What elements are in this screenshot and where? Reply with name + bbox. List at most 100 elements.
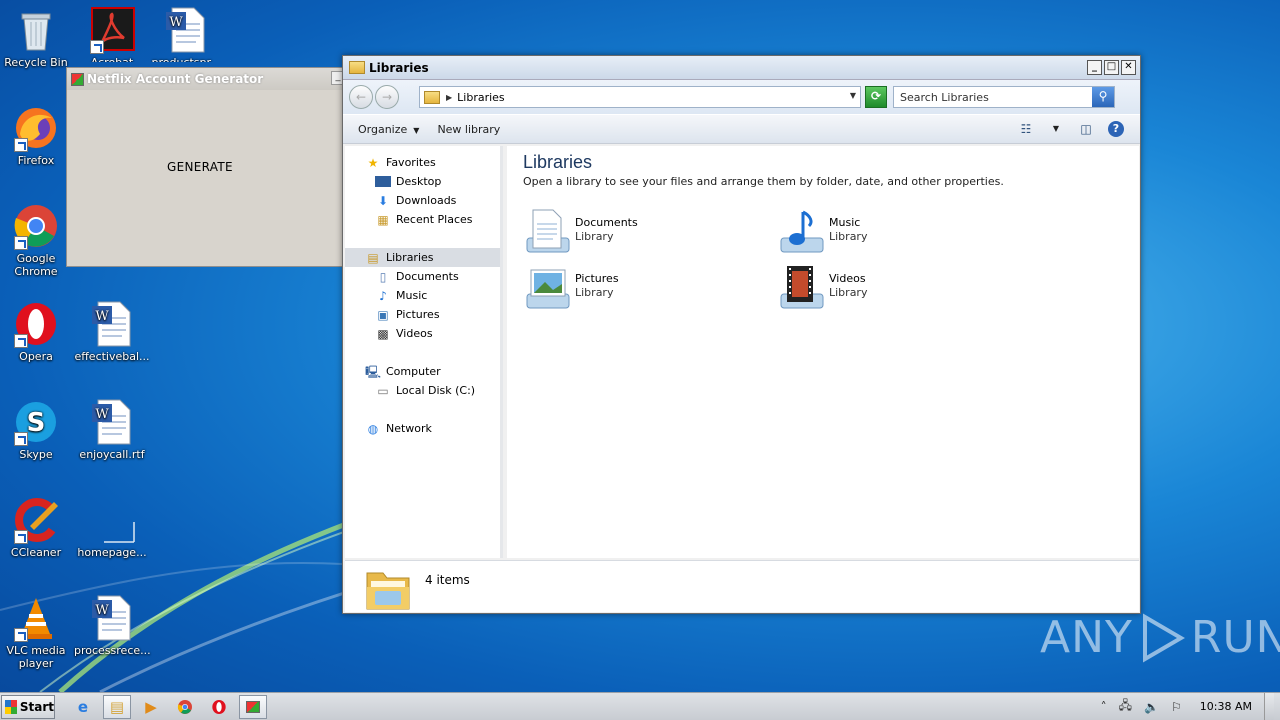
- desktop-icon-skype[interactable]: S Skype: [0, 398, 74, 461]
- shortcut-arrow-icon: [14, 138, 28, 152]
- page-description: Open a library to see your files and arr…: [523, 175, 1004, 188]
- desktop-icon-label: homepage...: [77, 546, 147, 559]
- svg-text:W: W: [95, 407, 109, 422]
- desktop-icon-processrece[interactable]: W processrece...: [74, 594, 151, 657]
- nav-label: Downloads: [396, 194, 457, 207]
- network-icon: ◍: [367, 421, 379, 436]
- desktop-icon-vlc[interactable]: VLC media player: [0, 594, 74, 670]
- change-view-icon[interactable]: ☷: [1018, 121, 1034, 137]
- opera-icon[interactable]: [205, 695, 233, 719]
- word-doc-icon: W: [162, 6, 210, 54]
- generator-window[interactable]: Netflix Account Generator _ GENERATE: [66, 67, 348, 267]
- nav-item-local-disk[interactable]: ▭ Local Disk (C:): [345, 381, 500, 400]
- desktop-icon-firefox[interactable]: Firefox: [0, 104, 74, 167]
- documents-library-icon: [523, 208, 573, 258]
- chrome-icon[interactable]: [171, 695, 199, 719]
- desktop-icon-effectivebal[interactable]: W effectivebal...: [74, 300, 150, 363]
- breadcrumb-libraries[interactable]: Libraries: [457, 91, 505, 104]
- library-videos[interactable]: Videos Library: [777, 264, 1017, 314]
- new-library-button[interactable]: New library: [437, 123, 500, 136]
- help-icon[interactable]: ?: [1108, 121, 1124, 137]
- organize-button[interactable]: Organize ▼: [358, 123, 419, 136]
- pictures-icon: ▣: [377, 307, 389, 322]
- desktop-icon-label: enjoycall.rtf: [79, 448, 145, 461]
- search-placeholder: Search Libraries: [900, 90, 989, 104]
- generate-button[interactable]: GENERATE: [167, 160, 233, 174]
- nav-item-network[interactable]: ◍ Network: [345, 419, 500, 438]
- recycle-bin-icon: [12, 6, 60, 54]
- nav-label: Favorites: [386, 156, 436, 169]
- forward-button[interactable]: →: [375, 85, 399, 109]
- nav-item-favorites[interactable]: ★ Favorites: [345, 153, 500, 172]
- media-player-icon[interactable]: ▶: [137, 695, 165, 719]
- view-options-chevron-icon[interactable]: ▼: [1048, 121, 1064, 137]
- clock[interactable]: 10:38 AM: [1200, 700, 1252, 713]
- navigation-pane: ★ Favorites Desktop ⬇ Downloads ▦ Recent Pl…: [345, 146, 503, 558]
- library-type: Library: [829, 286, 868, 299]
- anyrun-watermark: ANY RUN: [1040, 612, 1280, 663]
- refresh-button[interactable]: ⟳: [865, 86, 887, 108]
- action-center-flag-icon[interactable]: ⚐: [1171, 700, 1182, 714]
- nav-item-libraries[interactable]: ▤ Libraries: [345, 248, 500, 267]
- internet-explorer-icon[interactable]: e: [69, 695, 97, 719]
- minimize-button[interactable]: _: [1087, 60, 1102, 75]
- libraries-icon: [424, 90, 440, 104]
- nav-item-music[interactable]: ♪ Music: [345, 286, 500, 305]
- pictures-library-icon: [523, 264, 573, 314]
- close-button[interactable]: ✕: [1121, 60, 1136, 75]
- explorer-icon[interactable]: ▤: [103, 694, 131, 719]
- library-documents[interactable]: Documents Library: [523, 208, 763, 258]
- documents-icon: ▯: [379, 269, 387, 284]
- desktop-icon: [375, 176, 391, 187]
- desktop-icon-enjoycall[interactable]: W enjoycall.rtf: [74, 398, 150, 461]
- address-row: ← → ▶ Libraries ▼ ⟳ Search Libraries ⚲: [343, 80, 1140, 114]
- network-status-icon[interactable]: 🖧: [1119, 696, 1132, 717]
- maximize-button[interactable]: □: [1104, 60, 1119, 75]
- system-tray: ˄ 🖧 🔈 ⚐ 10:38 AM: [1089, 693, 1280, 720]
- desktop-icon-acrobat[interactable]: Acrobat: [74, 6, 150, 62]
- nav-item-documents[interactable]: ▯ Documents: [345, 267, 500, 286]
- desktop-icon-label: VLC media player: [6, 644, 66, 670]
- shortcut-arrow-icon: [90, 40, 104, 54]
- videos-icon: ▩: [377, 326, 389, 341]
- library-music[interactable]: Music Library: [777, 208, 1017, 258]
- nav-item-videos[interactable]: ▩ Videos: [345, 324, 500, 343]
- desktop-icon-productspr[interactable]: W productspr...: [148, 6, 224, 62]
- app-icon: [71, 72, 84, 86]
- address-bar[interactable]: ▶ Libraries ▼: [419, 86, 861, 108]
- desktop-icon-recycle-bin[interactable]: Recycle Bin: [0, 6, 74, 69]
- generator-title-bar[interactable]: Netflix Account Generator: [67, 68, 347, 90]
- desktop-icon-chrome[interactable]: Google Chrome: [0, 202, 74, 278]
- nav-item-downloads[interactable]: ⬇ Downloads: [345, 191, 500, 210]
- start-button[interactable]: Start: [1, 694, 55, 719]
- nav-item-pictures[interactable]: ▣ Pictures: [345, 305, 500, 324]
- volume-icon[interactable]: 🔈: [1144, 700, 1159, 714]
- desktop-icon-homepage[interactable]: homepage...: [74, 496, 150, 559]
- show-desktop-button[interactable]: [1264, 693, 1274, 720]
- nav-item-computer[interactable]: 🖳 Computer: [345, 362, 500, 381]
- desktop-icon-ccleaner[interactable]: CCleaner: [0, 496, 74, 559]
- chevron-down-icon[interactable]: ▼: [850, 91, 856, 100]
- windows-logo-icon: [5, 699, 17, 714]
- word-doc-icon: W: [88, 300, 136, 348]
- tray-expand-icon[interactable]: ˄: [1101, 700, 1107, 714]
- desktop-icon-opera[interactable]: Opera: [0, 300, 74, 363]
- generator-app-icon[interactable]: [239, 694, 267, 719]
- preview-pane-icon[interactable]: ◫: [1078, 121, 1094, 137]
- search-icon[interactable]: ⚲: [1092, 87, 1114, 107]
- firefox-icon: [12, 104, 60, 152]
- nav-item-recent-places[interactable]: ▦ Recent Places: [345, 210, 500, 229]
- back-button[interactable]: ←: [349, 85, 373, 109]
- desktop-icon-label: Google Chrome: [14, 252, 58, 278]
- nav-label: Computer: [386, 365, 441, 378]
- nav-item-desktop[interactable]: Desktop: [345, 172, 500, 191]
- explorer-window[interactable]: Libraries _ □ ✕ ← → ▶ Libraries ▼ ⟳ Sear…: [342, 55, 1141, 614]
- chrome-icon: [12, 202, 60, 250]
- svg-text:W: W: [95, 309, 109, 324]
- search-input[interactable]: Search Libraries ⚲: [893, 86, 1115, 108]
- explorer-title-bar[interactable]: Libraries: [343, 56, 1140, 80]
- breadcrumb-arrow-icon[interactable]: ▶: [446, 93, 452, 102]
- videos-library-icon: [777, 264, 827, 314]
- shortcut-arrow-icon: [14, 628, 28, 642]
- library-pictures[interactable]: Pictures Library: [523, 264, 763, 314]
